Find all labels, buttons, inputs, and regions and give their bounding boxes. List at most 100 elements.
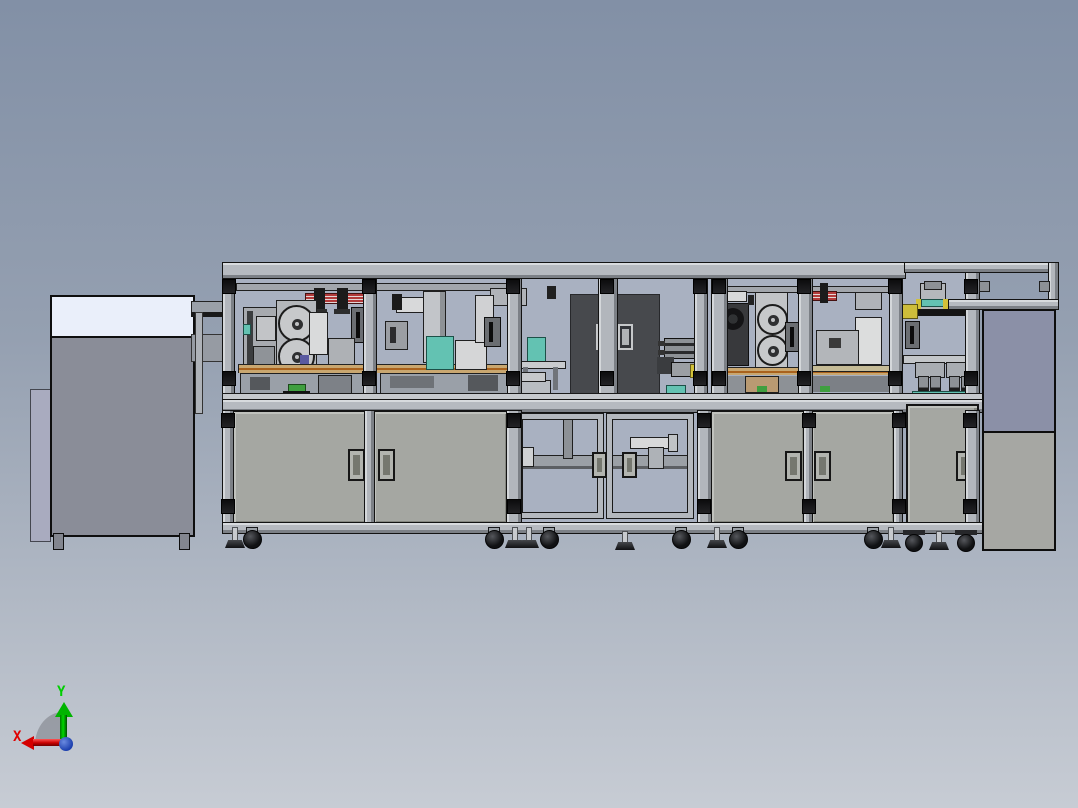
caster-wheel: [672, 530, 691, 549]
right-cabinet-upper-panel: [982, 309, 1056, 436]
corner-bracket: [697, 413, 711, 428]
top-rail: [222, 262, 906, 279]
corner-bracket: [892, 413, 906, 428]
rail-clip: [979, 281, 990, 292]
caster-wheel: [957, 534, 975, 552]
corner-bracket: [507, 499, 521, 514]
left-cabinet-leg: [53, 533, 64, 550]
frame-post: [364, 410, 375, 524]
green-fixture: [820, 386, 830, 392]
leveling-foot: [225, 540, 245, 548]
door-handle: [378, 449, 395, 481]
cad-viewport[interactable]: X Y: [0, 0, 1078, 808]
leveling-foot-stem: [714, 527, 720, 542]
y-axis-label: Y: [57, 684, 66, 700]
cylinder-cap: [334, 309, 350, 314]
product-tray: [426, 336, 454, 370]
door-handle: [592, 452, 607, 478]
corner-bracket: [963, 413, 977, 428]
leveling-foot-stem: [888, 527, 894, 542]
caster-wheel: [729, 530, 748, 549]
corner-bracket: [802, 413, 816, 428]
transfer-arm-post: [195, 312, 203, 414]
corner-bracket: [712, 279, 726, 294]
pneumatic-cylinder: [392, 294, 402, 310]
corner-bracket: [507, 413, 521, 428]
station-block: [855, 317, 882, 365]
x-axis-shaft: [33, 739, 62, 746]
corner-bracket: [600, 279, 614, 294]
extension-top-rail: [904, 262, 1059, 273]
tower-cap: [924, 281, 942, 290]
pneumatic-cylinder: [748, 295, 754, 305]
tape-reel: [757, 335, 788, 366]
slot: [390, 327, 396, 343]
table-strip: [803, 365, 891, 372]
rail-clip: [1039, 281, 1050, 292]
yellow-clamp: [901, 304, 918, 319]
leveling-foot: [929, 542, 949, 550]
corner-bracket: [888, 371, 902, 386]
corner-bracket: [888, 279, 902, 294]
door-handle: [785, 451, 802, 481]
corner-bracket: [712, 371, 726, 386]
corner-bracket: [693, 279, 707, 294]
slot-panel: [484, 317, 501, 347]
corner-bracket: [221, 413, 235, 428]
corner-bracket: [797, 279, 811, 294]
corner-bracket: [802, 499, 816, 514]
rail-knob: [658, 350, 665, 355]
left-cabinet-body: [50, 336, 195, 537]
caster-wheel: [485, 530, 504, 549]
slot-panel: [905, 321, 920, 349]
corner-bracket: [222, 279, 236, 294]
sensor: [243, 324, 251, 335]
origin-sphere: [59, 737, 73, 751]
corner-bracket: [506, 371, 520, 386]
corner-bracket: [892, 499, 906, 514]
hanger-box: [855, 292, 882, 310]
left-rear-panel: [30, 389, 51, 542]
station-block: [385, 321, 408, 350]
pneumatic-cylinder: [820, 283, 828, 303]
rail-knob: [658, 341, 665, 346]
bench-block: [318, 375, 352, 394]
corner-bracket: [797, 371, 811, 386]
caster-wheel: [864, 530, 883, 549]
leveling-foot: [519, 540, 539, 548]
caster-wheel: [905, 534, 923, 552]
caster-wheel: [243, 530, 262, 549]
bench-block: [468, 375, 498, 391]
corner-bracket: [221, 499, 235, 514]
table-leg: [553, 367, 558, 390]
corner-bracket: [963, 499, 977, 514]
corner-bracket: [222, 371, 236, 386]
glass-door: [607, 414, 693, 518]
door-handle: [814, 451, 831, 481]
left-cabinet-leg: [179, 533, 190, 550]
corner-bracket: [964, 371, 978, 386]
x-axis-label: X: [13, 729, 22, 745]
pneumatic-cylinder: [547, 286, 556, 299]
green-fixture: [757, 386, 767, 392]
bench-block: [250, 377, 270, 390]
leveling-foot: [707, 540, 727, 548]
table-window: [829, 338, 841, 348]
corner-bracket: [964, 279, 978, 294]
corner-bracket: [362, 371, 376, 386]
station-block: [256, 316, 276, 341]
door-handle: [618, 324, 633, 350]
leveling-foot: [615, 542, 635, 550]
corner-bracket: [600, 371, 614, 386]
sensor: [300, 355, 309, 364]
corner-bracket: [693, 371, 707, 386]
actuator-column: [309, 312, 328, 355]
station-block: [455, 340, 487, 370]
corner-bracket: [506, 279, 520, 294]
pneumatic-cylinder: [337, 288, 348, 310]
leveling-foot-stem: [232, 527, 238, 542]
corner-bracket: [362, 279, 376, 294]
leveling-foot-stem: [512, 527, 518, 542]
corner-bracket: [697, 499, 711, 514]
right-cabinet-lower-panel: [982, 431, 1056, 551]
